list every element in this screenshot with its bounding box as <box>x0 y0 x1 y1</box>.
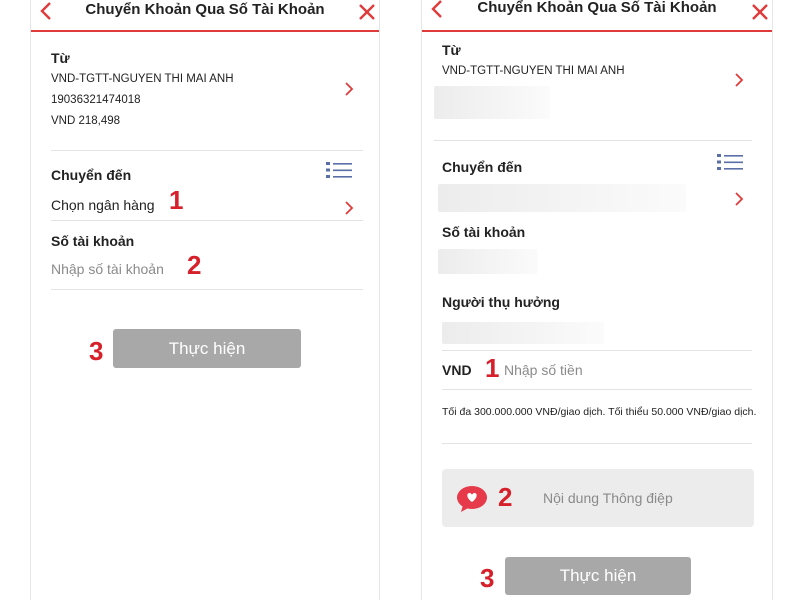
account-no-label: Số tài khoản <box>51 233 135 249</box>
redacted-bank-name <box>438 184 686 212</box>
header-bar: Chuyển Khoản Qua Số Tài Khoản <box>31 0 379 32</box>
divider <box>51 289 363 290</box>
account-balance: VND 218,498 <box>51 115 121 127</box>
chevron-right-icon[interactable] <box>734 192 744 206</box>
step-marker-1: 1 <box>169 185 184 215</box>
beneficiary-label: Người thụ hưởng <box>442 294 560 310</box>
chevron-right-icon[interactable] <box>734 73 744 87</box>
transfer-to-label: Chuyển đến <box>51 167 132 183</box>
divider <box>442 389 752 390</box>
message-field[interactable]: 2 Nội dung Thông điệp <box>442 469 754 527</box>
submit-button[interactable]: Thực hiện <box>113 329 301 368</box>
divider <box>442 350 752 351</box>
account-no-input[interactable]: Nhập số tài khoản <box>51 261 181 281</box>
close-icon[interactable] <box>357 2 377 22</box>
step-marker-2: 2 <box>187 250 202 280</box>
close-icon[interactable] <box>750 2 770 22</box>
from-label: Từ <box>51 50 70 66</box>
account-no-label: Số tài khoản <box>442 224 526 240</box>
chevron-right-icon[interactable] <box>344 201 354 215</box>
redacted-account-info <box>434 86 550 119</box>
redacted-beneficiary-name <box>442 322 604 344</box>
step-marker-2: 2 <box>498 482 513 512</box>
account-name: VND-TGTT-NGUYEN THI MAI ANH <box>51 73 234 85</box>
amount-input[interactable]: Nhập số tiền <box>504 362 654 382</box>
select-bank-value: Chọn ngân hàng <box>51 197 155 213</box>
divider <box>434 140 752 141</box>
account-number: 19036321474018 <box>51 94 141 106</box>
redacted-account-number <box>438 249 538 274</box>
submit-button[interactable]: Thực hiện <box>505 557 691 595</box>
chat-heart-icon <box>457 486 487 512</box>
divider <box>442 443 752 444</box>
list-icon[interactable] <box>325 161 353 179</box>
from-label: Từ <box>442 42 461 58</box>
right-screen: Chuyển Khoản Qua Số Tài Khoản Từ VND-TGT… <box>421 0 773 600</box>
page-title: Chuyển Khoản Qua Số Tài Khoản <box>477 0 717 16</box>
step-marker-3: 3 <box>480 563 495 593</box>
left-screen: Chuyển Khoản Qua Số Tài Khoản Từ VND-TGT… <box>30 0 380 600</box>
header-bar: Chuyển Khoản Qua Số Tài Khoản <box>422 0 772 32</box>
limit-note: Tối đa 300.000.000 VNĐ/giao dịch. Tối th… <box>442 406 757 418</box>
divider <box>51 220 363 221</box>
divider <box>51 150 363 151</box>
step-marker-1: 1 <box>485 353 500 383</box>
list-icon[interactable] <box>716 153 744 171</box>
transfer-to-label: Chuyển đến <box>442 159 523 175</box>
chevron-right-icon[interactable] <box>344 82 354 96</box>
page-title: Chuyển Khoản Qua Số Tài Khoản <box>85 1 325 18</box>
account-name: VND-TGTT-NGUYEN THI MAI ANH <box>442 65 625 77</box>
currency-label: VND <box>442 362 472 378</box>
message-placeholder: Nội dung Thông điệp <box>543 490 673 506</box>
step-marker-3: 3 <box>89 336 104 366</box>
